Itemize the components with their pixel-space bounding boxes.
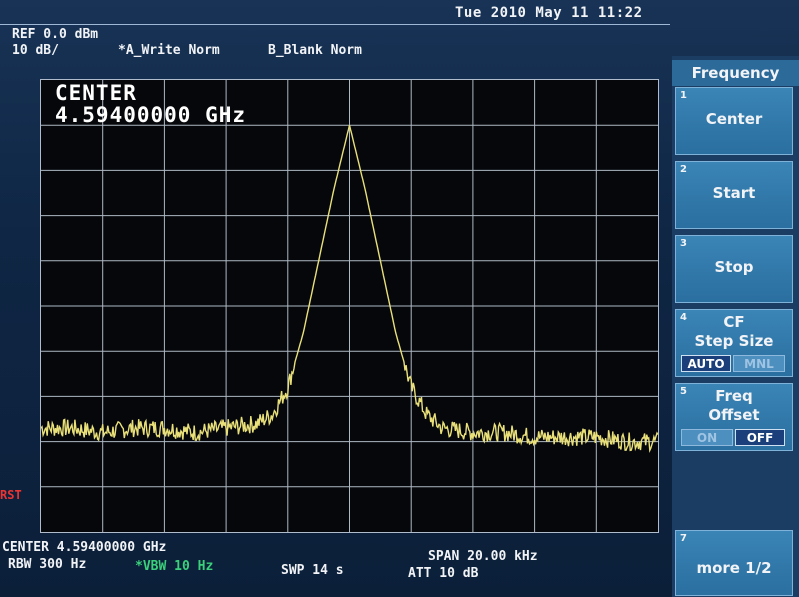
- start-softkey[interactable]: 2 Start: [675, 161, 793, 229]
- footer-vbw: *VBW 10 Hz: [135, 559, 214, 574]
- reference-marker: RST: [0, 488, 22, 502]
- softkey-label: Center: [705, 110, 763, 128]
- spectrum-graph: [41, 80, 658, 532]
- softkey-number: 3: [680, 238, 687, 249]
- softkey-label: Start: [712, 184, 756, 202]
- menu-title: Frequency: [672, 60, 799, 86]
- datetime-display: Tue 2010 May 11 11:22: [455, 5, 643, 21]
- softkey-label: CF: [723, 313, 745, 331]
- offset-off-toggle[interactable]: OFF: [735, 429, 785, 446]
- footer-span: SPAN 20.00 kHz: [428, 549, 538, 564]
- center-annotation-label: CENTER: [55, 81, 137, 105]
- softkey-number: 1: [680, 90, 687, 101]
- stop-softkey[interactable]: 3 Stop: [675, 235, 793, 303]
- softkey-number: 7: [680, 533, 687, 544]
- softkey-label: more 1/2: [696, 559, 772, 577]
- center-softkey[interactable]: 1 Center: [675, 87, 793, 155]
- footer-center-freq: CENTER 4.59400000 GHz: [2, 540, 167, 555]
- offset-on-toggle[interactable]: ON: [681, 429, 733, 446]
- softkey-label: Stop: [714, 258, 754, 276]
- freq-offset-softkey[interactable]: 5 Freq Offset ON OFF: [675, 383, 793, 451]
- auto-toggle[interactable]: AUTO: [681, 355, 731, 372]
- trace-b-status: B_Blank Norm: [268, 43, 362, 58]
- trace-a-status: *A_Write Norm: [118, 43, 220, 58]
- scale-per-div: 10 dB/: [12, 43, 59, 58]
- footer-sweep-time: SWP 14 s: [281, 563, 344, 578]
- header-divider: [0, 24, 670, 25]
- cf-step-size-softkey[interactable]: 4 CF Step Size AUTO MNL: [675, 309, 793, 377]
- manual-toggle[interactable]: MNL: [733, 355, 785, 372]
- center-annotation-value: 4.59400000 GHz: [55, 103, 247, 127]
- footer-attenuation: ATT 10 dB: [408, 566, 479, 581]
- analyzer-screen: Tue 2010 May 11 11:22 REF 0.0 dBm 10 dB/…: [0, 0, 799, 597]
- spectrum-display: CENTER 4.59400000 GHz: [40, 79, 659, 533]
- softkey-number: 2: [680, 164, 687, 175]
- ref-level: REF 0.0 dBm: [12, 27, 99, 42]
- softkey-label-line2: Step Size: [694, 332, 774, 350]
- footer-rbw: RBW 300 Hz: [8, 557, 87, 572]
- softkey-label: Freq: [715, 387, 753, 405]
- softkey-label-line2: Offset: [708, 406, 760, 424]
- more-softkey[interactable]: 7 more 1/2: [675, 530, 793, 596]
